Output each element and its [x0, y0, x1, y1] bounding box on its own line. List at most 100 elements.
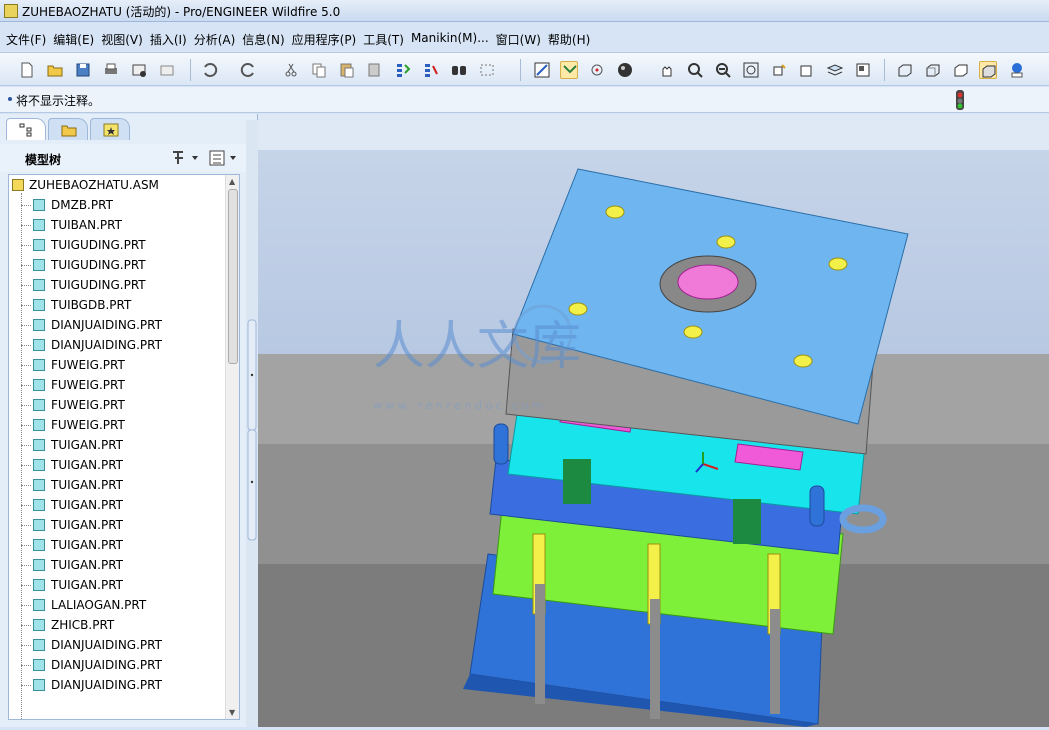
tree-item-part[interactable]: TUIGUDING.PRT	[9, 275, 227, 295]
cut-icon[interactable]	[282, 61, 300, 79]
tree-item-part[interactable]: FUWEIG.PRT	[9, 395, 227, 415]
model-tree: ZUHEBAOZHATU.ASM DMZB.PRT TUIBAN.PRT TUIGUD…	[8, 174, 240, 720]
tree-item-label: TUIGAN.PRT	[51, 458, 123, 472]
tree-item-part[interactable]: TUIGAN.PRT	[9, 435, 227, 455]
tree-item-part[interactable]: TUIGAN.PRT	[9, 475, 227, 495]
saved-views-icon[interactable]	[798, 61, 816, 79]
datum-display-icon[interactable]	[560, 61, 578, 79]
tree-item-part[interactable]: DIANJUAIDING.PRT	[9, 635, 227, 655]
menu-edit[interactable]: 编辑(E)	[53, 28, 101, 50]
menu-view[interactable]: 视图(V)	[101, 28, 150, 50]
regenerate-icon[interactable]	[394, 61, 412, 79]
tree-item-part[interactable]: DMZB.PRT	[9, 195, 227, 215]
menu-window[interactable]: 窗口(W)	[496, 28, 548, 50]
tree-connector	[21, 545, 31, 546]
reorient-icon[interactable]	[770, 61, 788, 79]
message-bullet-icon	[8, 97, 12, 101]
zoom-out-icon[interactable]	[714, 61, 732, 79]
part-icon	[33, 419, 45, 431]
send-mail-icon[interactable]	[130, 61, 148, 79]
selection-box-icon[interactable]	[478, 61, 496, 79]
tree-item-part[interactable]: TUIGAN.PRT	[9, 515, 227, 535]
show-options-icon[interactable]	[208, 149, 238, 167]
wireframe-icon[interactable]	[896, 61, 914, 79]
tab-favorites[interactable]	[90, 118, 130, 140]
tree-item-part[interactable]: FUWEIG.PRT	[9, 415, 227, 435]
save-icon[interactable]	[74, 61, 92, 79]
tree-item-part[interactable]: LALIAOGAN.PRT	[9, 595, 227, 615]
panel-splitter[interactable]	[246, 120, 258, 727]
paste-icon[interactable]	[338, 61, 356, 79]
menu-applications[interactable]: 应用程序(P)	[292, 28, 364, 50]
scroll-up-icon[interactable]: ▲	[229, 177, 235, 186]
open-folder-icon[interactable]	[46, 61, 64, 79]
menu-tools[interactable]: 工具(T)	[363, 28, 411, 50]
part-icon	[33, 499, 45, 511]
menu-help[interactable]: 帮助(H)	[548, 28, 597, 50]
tree-item-part[interactable]: TUIGUDING.PRT	[9, 235, 227, 255]
tree-root-assembly[interactable]: ZUHEBAOZHATU.ASM	[9, 175, 227, 195]
sketch-icon[interactable]	[533, 61, 551, 79]
tree-connector	[21, 665, 31, 666]
tree-item-part[interactable]: TUIGUDING.PRT	[9, 255, 227, 275]
enhanced-realism-icon[interactable]	[1008, 61, 1026, 79]
pan-hand-icon[interactable]	[658, 61, 676, 79]
scroll-down-icon[interactable]: ▼	[229, 708, 235, 717]
graphics-window[interactable]: 人人文库 w w w . r e n r e n d o c . c o m	[258, 114, 1049, 727]
model-tree-icon	[19, 123, 35, 137]
new-file-icon[interactable]	[18, 61, 36, 79]
tab-model-tree[interactable]	[6, 118, 46, 140]
tree-item-part[interactable]: DIANJUAIDING.PRT	[9, 315, 227, 335]
view-manager-icon[interactable]	[854, 61, 872, 79]
tree-item-label: TUIGAN.PRT	[51, 558, 123, 572]
tree-item-part[interactable]: TUIBGDB.PRT	[9, 295, 227, 315]
tree-item-part[interactable]: TUIGAN.PRT	[9, 455, 227, 475]
tree-item-part[interactable]: FUWEIG.PRT	[9, 355, 227, 375]
find-icon[interactable]	[450, 61, 468, 79]
menu-analysis[interactable]: 分析(A)	[194, 28, 243, 50]
tree-item-part[interactable]: TUIBAN.PRT	[9, 215, 227, 235]
scroll-thumb[interactable]	[228, 189, 238, 364]
hidden-line-icon[interactable]	[924, 61, 942, 79]
tree-item-label: DMZB.PRT	[51, 198, 113, 212]
settings-icon[interactable]	[170, 149, 200, 167]
tree-item-part[interactable]: ZHICB.PRT	[9, 615, 227, 635]
spin-center-icon[interactable]	[588, 61, 606, 79]
tree-item-part[interactable]: TUIGAN.PRT	[9, 535, 227, 555]
tree-connector	[21, 685, 31, 686]
menu-insert[interactable]: 插入(I)	[150, 28, 194, 50]
tree-scrollbar[interactable]: ▲ ▼	[225, 175, 239, 719]
print-icon[interactable]	[102, 61, 120, 79]
tree-item-label: DIANJUAIDING.PRT	[51, 658, 162, 672]
tree-item-part[interactable]: DIANJUAIDING.PRT	[9, 335, 227, 355]
undo-icon[interactable]	[200, 61, 218, 79]
tree-connector	[21, 605, 31, 606]
model-tree-list: ZUHEBAOZHATU.ASM DMZB.PRT TUIBAN.PRT TUIGUD…	[9, 175, 227, 695]
refit-icon[interactable]	[742, 61, 760, 79]
tree-item-part[interactable]: DIANJUAIDING.PRT	[9, 675, 227, 695]
tree-item-part[interactable]: FUWEIG.PRT	[9, 375, 227, 395]
part-icon	[33, 459, 45, 471]
layers-icon[interactable]	[826, 61, 844, 79]
part-icon	[33, 619, 45, 631]
menu-info[interactable]: 信息(N)	[242, 28, 291, 50]
tree-item-part[interactable]: TUIGAN.PRT	[9, 575, 227, 595]
zoom-in-icon[interactable]	[686, 61, 704, 79]
menu-manikin[interactable]: Manikin(M)...	[411, 28, 496, 50]
tree-item-label: TUIGAN.PRT	[51, 578, 123, 592]
menu-file[interactable]: 文件(F)	[6, 28, 53, 50]
tree-connector	[21, 425, 31, 426]
shaded-view-icon[interactable]	[979, 61, 997, 79]
tab-folder-browser[interactable]	[48, 118, 88, 140]
redo-icon[interactable]	[240, 61, 258, 79]
tree-item-part[interactable]: TUIGAN.PRT	[9, 495, 227, 515]
copy-icon[interactable]	[310, 61, 328, 79]
regen-manager-icon[interactable]	[422, 61, 440, 79]
tree-item-part[interactable]: TUIGAN.PRT	[9, 555, 227, 575]
shading-icon[interactable]	[616, 61, 634, 79]
mail-attach-icon[interactable]	[158, 61, 176, 79]
tree-item-label: TUIGAN.PRT	[51, 538, 123, 552]
no-hidden-icon[interactable]	[952, 61, 970, 79]
tree-item-part[interactable]: DIANJUAIDING.PRT	[9, 655, 227, 675]
paste-special-icon[interactable]	[366, 61, 384, 79]
